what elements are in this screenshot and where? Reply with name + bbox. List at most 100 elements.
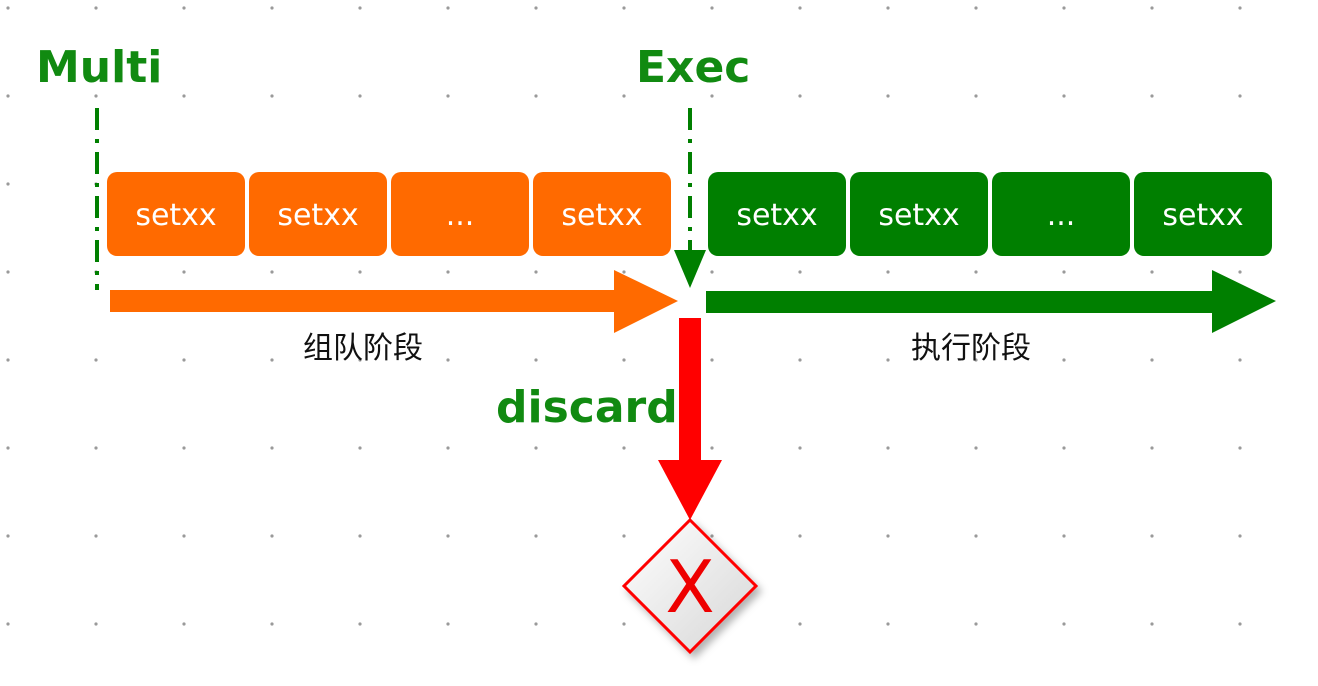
grid-dot	[1062, 534, 1066, 538]
grid-dot	[446, 534, 450, 538]
grid-dot	[6, 358, 10, 362]
grid-dot	[1062, 622, 1066, 626]
grid-dot	[182, 270, 186, 274]
exec-command-label: setxx	[878, 198, 959, 233]
discard-label: discard	[496, 382, 678, 433]
grid-dot	[974, 446, 978, 450]
grid-dot	[270, 358, 274, 362]
grid-dot	[6, 534, 10, 538]
grid-dot	[710, 534, 714, 538]
grid-dot	[6, 270, 10, 274]
grid-dot	[1238, 358, 1242, 362]
discard-result-diamond: X	[621, 517, 759, 655]
grid-dot	[446, 446, 450, 450]
grid-dot	[534, 358, 538, 362]
grid-dot	[94, 446, 98, 450]
grid-dot	[974, 94, 978, 98]
grid-dot	[94, 6, 98, 10]
transaction-diagram: Multi Exec setxx setxx... setxx setxx setxx…	[0, 0, 1318, 686]
grid-dot	[1062, 446, 1066, 450]
grid-dot	[1150, 622, 1154, 626]
grid-dot	[270, 94, 274, 98]
queue-command-label: setxx	[135, 198, 216, 233]
queue-command-label: setxx	[277, 198, 358, 233]
grid-dot	[1150, 358, 1154, 362]
x-icon: X	[665, 545, 714, 629]
grid-dot	[270, 622, 274, 626]
exec-marker-arrowhead	[674, 250, 706, 288]
grid-dot	[1150, 6, 1154, 10]
grid-dot	[182, 622, 186, 626]
grid-dot	[6, 182, 10, 186]
grid-dot	[710, 446, 714, 450]
grid-dot	[798, 446, 802, 450]
grid-dot	[622, 270, 626, 274]
grid-dot	[6, 446, 10, 450]
diagram-canvas: Multi Exec setxx setxx... setxx setxx setxx…	[6, 6, 1276, 655]
exec-label: Exec	[636, 42, 750, 93]
exec-phase-boxes: setxx setxx... setxx	[708, 172, 1272, 256]
grid-dot	[6, 622, 10, 626]
grid-dot	[1238, 270, 1242, 274]
grid-dot	[622, 6, 626, 10]
grid-dot	[622, 94, 626, 98]
grid-dot	[358, 270, 362, 274]
grid-dot	[182, 6, 186, 10]
grid-dot	[1062, 6, 1066, 10]
queue-phase-boxes: setxx setxx... setxx	[107, 172, 671, 256]
grid-dot	[1150, 94, 1154, 98]
grid-dot	[358, 622, 362, 626]
grid-dot	[622, 534, 626, 538]
grid-dot	[446, 6, 450, 10]
grid-dot	[94, 534, 98, 538]
grid-dot	[622, 622, 626, 626]
grid-dot	[1238, 94, 1242, 98]
grid-dot	[534, 6, 538, 10]
grid-dot	[1150, 534, 1154, 538]
grid-dot	[974, 534, 978, 538]
grid-dot	[886, 446, 890, 450]
exec-command-label: setxx	[1162, 198, 1243, 233]
grid-dot	[270, 270, 274, 274]
exec-command-label: ...	[1047, 198, 1076, 233]
queue-phase-arrow	[110, 270, 678, 333]
grid-dot	[358, 534, 362, 538]
grid-dot	[798, 622, 802, 626]
grid-dot	[798, 534, 802, 538]
grid-dot	[270, 534, 274, 538]
exec-command-label: setxx	[736, 198, 817, 233]
grid-dot	[446, 94, 450, 98]
grid-dot	[1238, 622, 1242, 626]
grid-dot	[6, 94, 10, 98]
grid-dot	[886, 358, 890, 362]
grid-dot	[710, 358, 714, 362]
grid-dot	[1062, 358, 1066, 362]
queue-command-label: ...	[446, 198, 475, 233]
grid-dot	[1238, 534, 1242, 538]
grid-dot	[1062, 270, 1066, 274]
grid-dot	[886, 534, 890, 538]
grid-dot	[1150, 446, 1154, 450]
grid-dot	[1238, 446, 1242, 450]
grid-dot	[446, 270, 450, 274]
queue-phase-label: 组队阶段	[303, 331, 423, 366]
grid-dot	[534, 270, 538, 274]
grid-dot	[182, 94, 186, 98]
grid-dot	[974, 270, 978, 274]
grid-dot	[182, 446, 186, 450]
exec-phase-arrow	[706, 270, 1276, 333]
grid-dot	[1062, 94, 1066, 98]
grid-dot	[94, 94, 98, 98]
grid-dot	[358, 94, 362, 98]
grid-dot	[182, 534, 186, 538]
grid-dot	[534, 534, 538, 538]
grid-dot	[182, 358, 186, 362]
grid-dot	[358, 446, 362, 450]
exec-phase-label: 执行阶段	[911, 331, 1031, 366]
grid-dot	[886, 622, 890, 626]
multi-label: Multi	[36, 42, 162, 93]
grid-dot	[798, 270, 802, 274]
queue-command-label: setxx	[561, 198, 642, 233]
grid-dot	[710, 6, 714, 10]
grid-dot	[886, 270, 890, 274]
